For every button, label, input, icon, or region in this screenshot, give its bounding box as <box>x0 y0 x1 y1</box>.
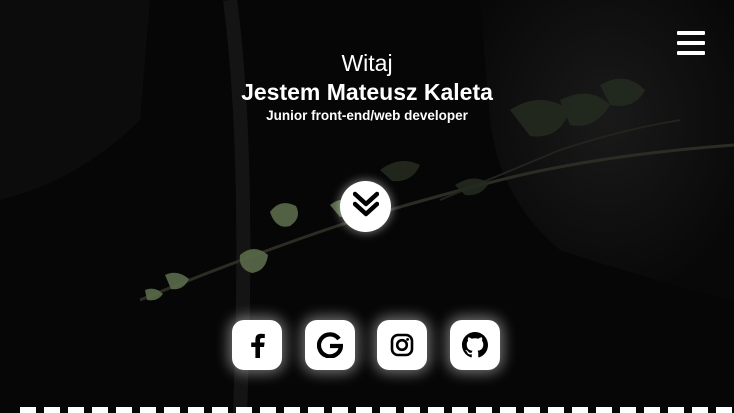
hero-greeting: Witaj <box>341 50 393 76</box>
bottom-dashed-border <box>20 407 732 413</box>
border-dash <box>548 407 564 413</box>
google-icon <box>317 332 343 358</box>
instagram-icon <box>390 333 414 357</box>
border-dash <box>356 407 372 413</box>
double-chevron-down-icon <box>352 191 379 216</box>
border-dash <box>428 407 444 413</box>
border-dash <box>164 407 180 413</box>
hero-role: Junior front-end/web developer <box>266 108 468 123</box>
instagram-link[interactable] <box>377 320 427 370</box>
scroll-down-button[interactable] <box>340 181 391 232</box>
border-dash <box>668 407 684 413</box>
hero-section: Witaj Jestem Mateusz Kaleta Junior front… <box>0 48 734 125</box>
github-link[interactable] <box>450 320 500 370</box>
border-dash <box>68 407 84 413</box>
border-dash <box>260 407 276 413</box>
border-dash <box>620 407 636 413</box>
border-dash <box>236 407 252 413</box>
border-dash <box>476 407 492 413</box>
facebook-link[interactable] <box>232 320 282 370</box>
border-dash <box>140 407 156 413</box>
border-dash <box>692 407 708 413</box>
google-link[interactable] <box>305 320 355 370</box>
border-dash <box>20 407 36 413</box>
border-dash <box>716 407 732 413</box>
github-icon <box>462 332 488 358</box>
border-dash <box>452 407 468 413</box>
border-dash <box>380 407 396 413</box>
border-dash <box>44 407 60 413</box>
border-dash <box>188 407 204 413</box>
border-dash <box>92 407 108 413</box>
border-dash <box>116 407 132 413</box>
hamburger-menu-icon <box>677 41 705 45</box>
border-dash <box>572 407 588 413</box>
hero-name: Jestem Mateusz Kaleta <box>241 79 493 105</box>
border-dash <box>212 407 228 413</box>
border-dash <box>332 407 348 413</box>
border-dash <box>524 407 540 413</box>
border-dash <box>284 407 300 413</box>
border-dash <box>308 407 324 413</box>
facebook-icon <box>251 333 265 358</box>
border-dash <box>404 407 420 413</box>
border-dash <box>500 407 516 413</box>
border-dash <box>644 407 660 413</box>
border-dash <box>596 407 612 413</box>
hamburger-menu-icon <box>677 31 705 35</box>
